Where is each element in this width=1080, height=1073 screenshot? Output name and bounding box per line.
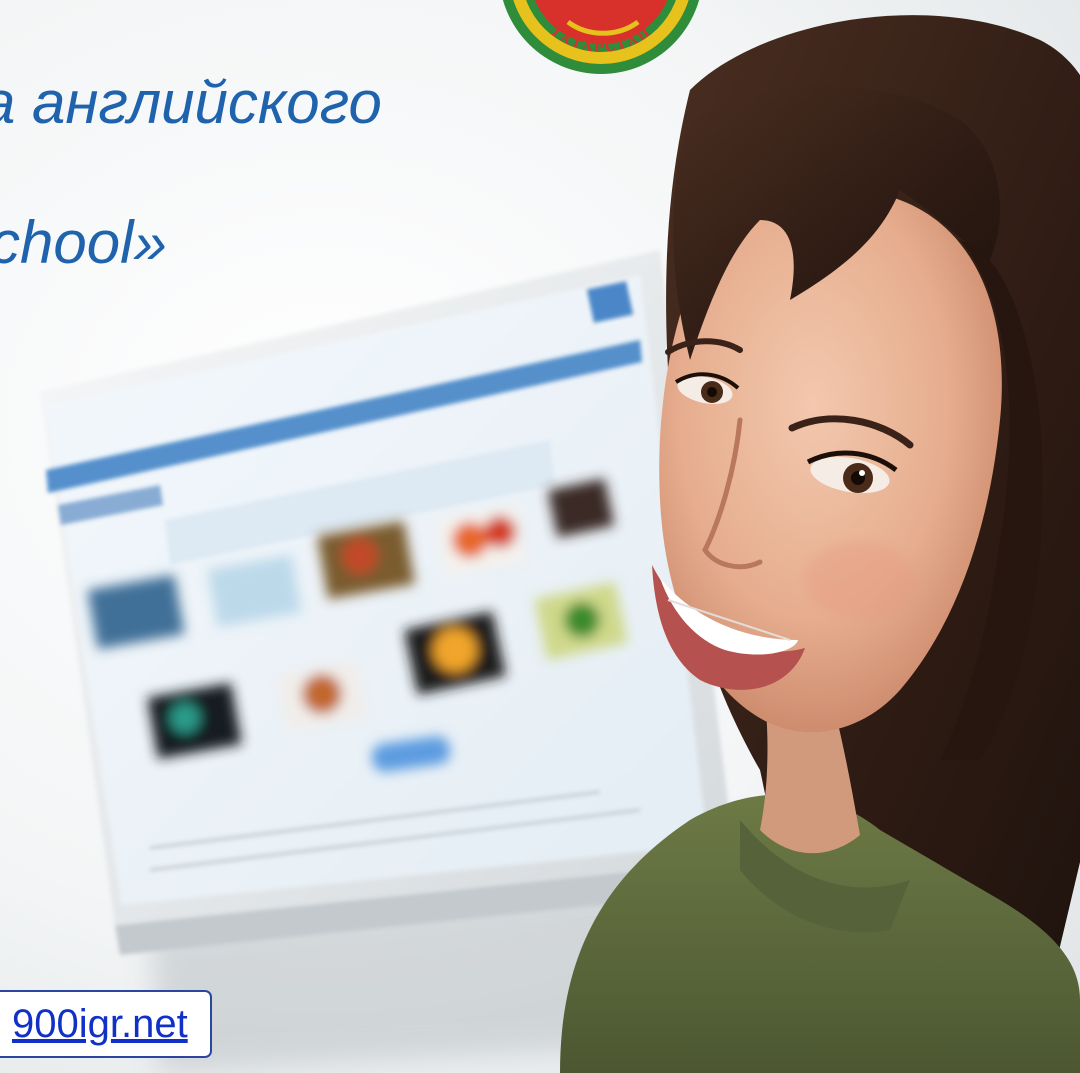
woman-laptop-photo	[40, 15, 1080, 1073]
laptop	[40, 250, 745, 955]
source-link[interactable]: 900igr.net	[12, 1002, 188, 1047]
source-link-box: 900igr.net	[0, 990, 212, 1058]
tatarstan-emblem-icon: ТАТАРСТАН	[502, 0, 700, 74]
slide: ТАТАРСТАН а английского chool» 900igr.ne…	[0, 0, 1080, 1073]
title-line-1: а английского	[0, 69, 382, 136]
title-line-2: chool»	[0, 209, 167, 276]
